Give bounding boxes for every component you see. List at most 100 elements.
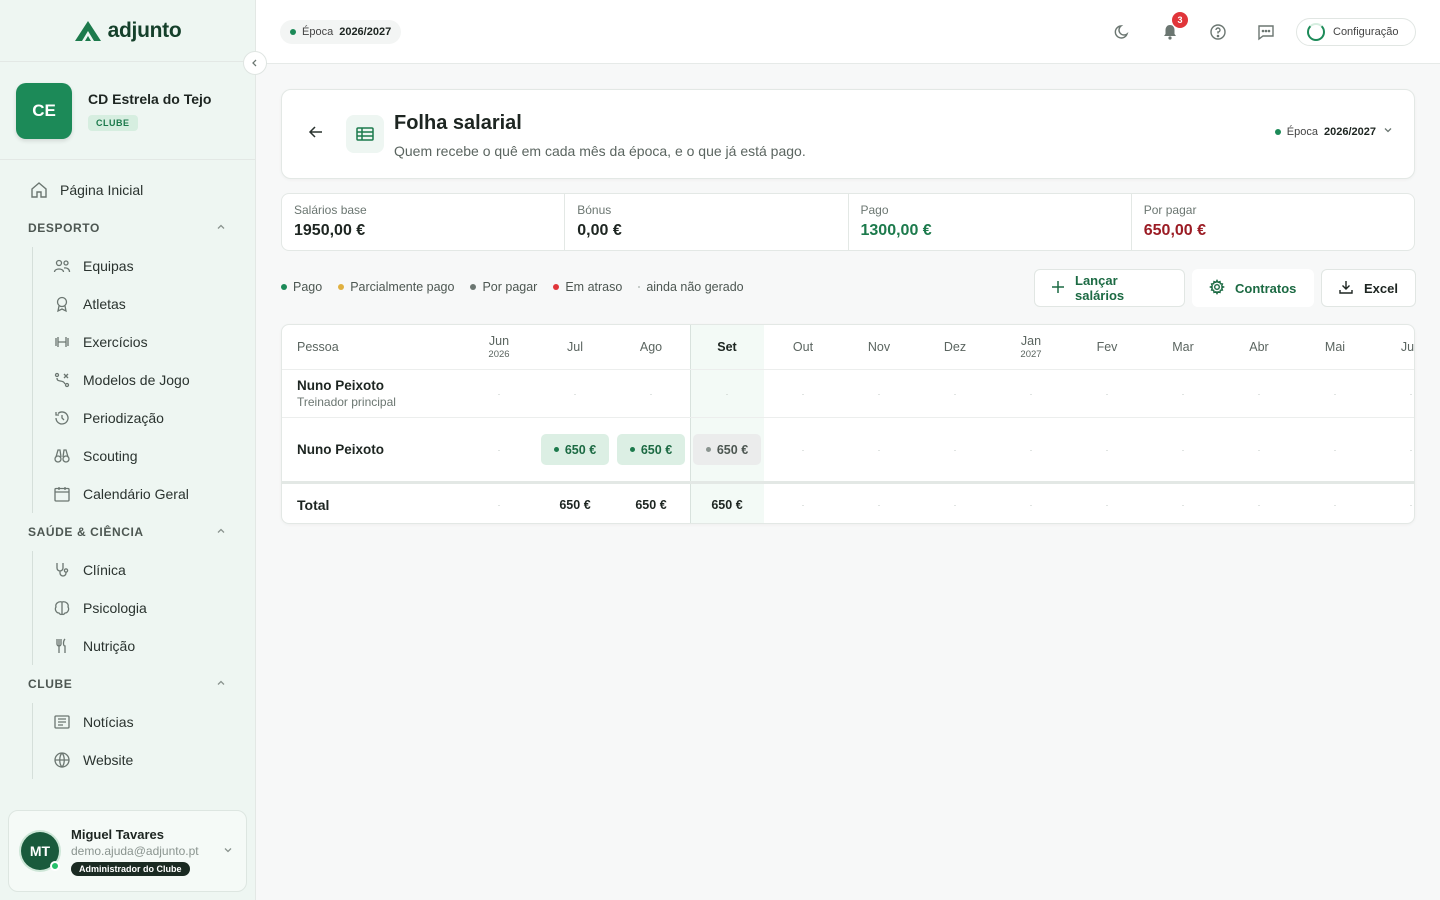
month-label: Mar	[1172, 340, 1194, 354]
month-cell[interactable]: ·	[1148, 418, 1218, 481]
chevron-up-icon[interactable]	[215, 221, 227, 236]
season-pill[interactable]: Época 2026/2027	[280, 20, 402, 44]
month-cell[interactable]: ·	[768, 418, 838, 481]
sidebar-item-modelos-de-jogo[interactable]: Modelos de Jogo	[53, 361, 255, 399]
contracts-button[interactable]: Contratos	[1192, 269, 1314, 307]
month-cell[interactable]: ·	[920, 418, 990, 481]
empty-mark: ·	[1257, 388, 1261, 399]
chevron-up-icon[interactable]	[215, 525, 227, 540]
nav-section-title: DESPORTO	[28, 221, 100, 235]
month-cell[interactable]: ·	[844, 418, 914, 481]
season-selector[interactable]: Época 2026/2027	[1274, 124, 1394, 139]
month-cell[interactable]: ·	[1224, 418, 1294, 481]
sidebar-item-label: Psicologia	[83, 600, 147, 616]
club-badge: CLUBE	[88, 114, 138, 131]
month-cell[interactable]: ·	[616, 370, 686, 417]
binoculars-icon	[53, 447, 71, 465]
salary-amount: 650 €	[716, 442, 749, 457]
total-value: 650 €	[711, 497, 743, 512]
empty-mark: ·	[1181, 388, 1185, 399]
empty-mark: ·	[801, 388, 805, 399]
brand[interactable]: adjunto	[0, 0, 255, 62]
month-cell[interactable]: 650 €	[540, 418, 610, 481]
club-name: CD Estrela do Tejo	[88, 90, 212, 107]
user-name: Miguel Tavares	[71, 826, 164, 842]
season-selector-value: 2026/2027	[1324, 125, 1376, 138]
month-cell[interactable]: ·	[540, 370, 610, 417]
nav-section-1[interactable]: SAÚDE & CIÊNCIA	[0, 513, 255, 551]
sidebar-item-periodiza-o[interactable]: Periodização	[53, 399, 255, 437]
excel-label: Excel	[1364, 280, 1398, 296]
month-cell[interactable]: ·	[844, 370, 914, 417]
bell-icon[interactable]: 3	[1158, 12, 1188, 44]
sidebar-item-not-cias[interactable]: Notícias	[53, 703, 255, 741]
chevron-up-icon[interactable]	[215, 677, 227, 692]
month-cell[interactable]: ·	[996, 418, 1066, 481]
configuration-button[interactable]: Configuração	[1296, 18, 1416, 46]
nav-section-0[interactable]: DESPORTO	[0, 209, 255, 247]
salary-chip-paid[interactable]: 650 €	[617, 434, 685, 465]
salary-chip-pending[interactable]: 650 €	[693, 434, 761, 465]
month-cell[interactable]: ·	[1300, 370, 1370, 417]
month-cell[interactable]: ·	[1376, 370, 1414, 417]
plus-icon	[1051, 280, 1065, 297]
empty-mark: ·	[1029, 388, 1033, 399]
tactics-icon	[53, 371, 71, 389]
header-person-label: Pessoa	[297, 340, 339, 354]
month-cell[interactable]: ·	[768, 370, 838, 417]
month-cell[interactable]: ·	[1072, 370, 1142, 417]
month-cell[interactable]: ·	[1224, 370, 1294, 417]
globe-icon	[53, 751, 71, 769]
salary-chip-paid[interactable]: 650 €	[541, 434, 609, 465]
sidebar-item-website[interactable]: Website	[53, 741, 255, 779]
month-cell[interactable]: 650 €	[692, 418, 762, 481]
moon-icon[interactable]	[1110, 20, 1134, 44]
nav-section-2[interactable]: CLUBE	[0, 665, 255, 703]
sidebar-item-exerc-cios[interactable]: Exercícios	[53, 323, 255, 361]
user-card[interactable]: MT Miguel Tavares demo.ajuda@adjunto.pt …	[8, 810, 247, 892]
empty-mark: ·	[1257, 499, 1261, 510]
sidebar-item-scouting[interactable]: Scouting	[53, 437, 255, 475]
avatar: MT	[21, 832, 60, 871]
club-card[interactable]: CE CD Estrela do Tejo CLUBE	[0, 62, 255, 160]
month-cell[interactable]: ·	[1300, 418, 1370, 481]
header-month: Set	[692, 325, 762, 369]
person-name: Nuno Peixoto	[297, 378, 384, 393]
sidebar-item-psicologia[interactable]: Psicologia	[53, 589, 255, 627]
empty-mark: ·	[649, 388, 653, 399]
nav-home[interactable]: Página Inicial	[0, 171, 255, 209]
person-cell[interactable]: Nuno Peixoto Treinador principal	[297, 370, 396, 417]
header-month: Out	[768, 325, 838, 369]
chat-icon[interactable]	[1254, 20, 1278, 44]
excel-export-button[interactable]: Excel	[1321, 269, 1416, 307]
empty-mark: ·	[1029, 499, 1033, 510]
month-cell[interactable]: ·	[1072, 418, 1142, 481]
brand-name: adjunto	[107, 18, 182, 42]
month-cell[interactable]: ·	[1148, 370, 1218, 417]
collapse-sidebar-button[interactable]	[243, 51, 267, 75]
month-cell[interactable]: ·	[920, 370, 990, 417]
person-role: Treinador principal	[297, 395, 396, 409]
stat-value: 1300,00 €	[860, 222, 932, 239]
salary-amount: 650 €	[640, 442, 673, 457]
sidebar-item-nutri-o[interactable]: Nutrição	[53, 627, 255, 665]
month-cell[interactable]: 650 €	[616, 418, 686, 481]
sidebar-item-equipas[interactable]: Equipas	[53, 247, 255, 285]
launch-salaries-button[interactable]: Lançar salários	[1034, 269, 1185, 307]
sidebar-item-atletas[interactable]: Atletas	[53, 285, 255, 323]
sidebar-item-calend-rio-geral[interactable]: Calendário Geral	[53, 475, 255, 513]
stat-label: Bónus	[577, 203, 612, 217]
month-cell[interactable]: ·	[464, 418, 534, 481]
month-cell[interactable]: ·	[464, 370, 534, 417]
sidebar-item-cl-nica[interactable]: Clínica	[53, 551, 255, 589]
month-cell[interactable]: ·	[692, 370, 762, 417]
month-cell[interactable]: ·	[996, 370, 1066, 417]
person-cell[interactable]: Nuno Peixoto	[297, 418, 384, 481]
month-cell[interactable]: ·	[1376, 418, 1414, 481]
online-status-dot	[50, 861, 60, 871]
legend-label: Parcialmente pago	[350, 280, 455, 294]
legend-label: Por pagar	[482, 280, 538, 294]
help-icon[interactable]	[1206, 20, 1230, 44]
back-arrow-icon[interactable]	[308, 124, 324, 145]
chevron-down-icon[interactable]	[222, 844, 234, 859]
